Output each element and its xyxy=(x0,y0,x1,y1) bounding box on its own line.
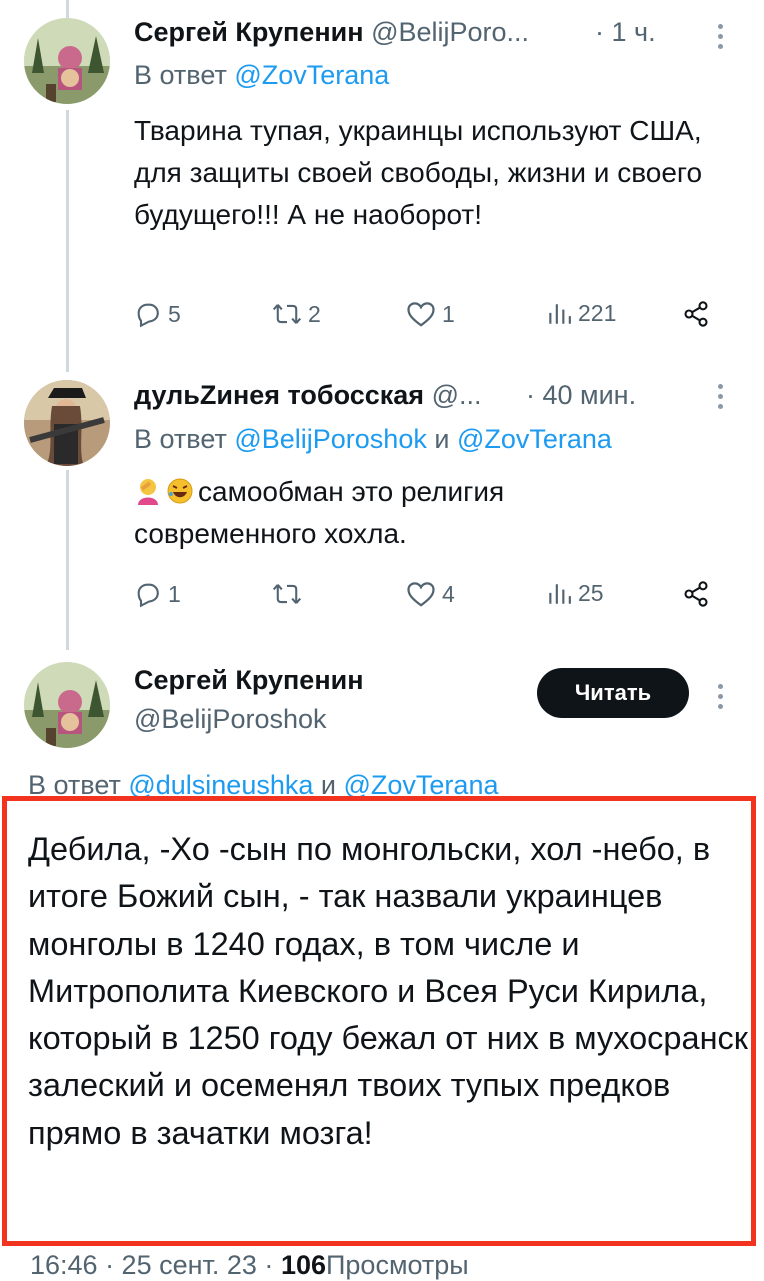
tweet-time[interactable]: · 1 ч. xyxy=(595,17,656,48)
follow-button[interactable]: Читать xyxy=(537,668,689,718)
reply-button[interactable]: 5 xyxy=(134,300,181,328)
author-name[interactable]: дульZинея тобосская @... xyxy=(134,380,481,411)
tweet-text-block: самообман это религия современного хохла… xyxy=(134,471,634,555)
reply-count: 1 xyxy=(168,580,181,607)
thread-line-1 xyxy=(66,110,69,372)
tweet-timestamp[interactable]: 16:46 · 25 сент. 23 · xyxy=(30,1250,273,1280)
like-button[interactable]: 1 xyxy=(406,300,455,328)
tweet-time[interactable]: · 40 мин. xyxy=(526,380,636,411)
heart-icon xyxy=(407,302,435,327)
tweet-footer: 16:46 · 25 сент. 23 · 106Просмотры xyxy=(30,1250,469,1281)
retweet-icon xyxy=(272,584,302,604)
more-options-icon[interactable] xyxy=(718,384,724,414)
reply-icon xyxy=(137,303,159,328)
views-icon xyxy=(549,583,571,604)
share-button[interactable] xyxy=(682,580,710,608)
author-handle[interactable]: @BelijPoroshok xyxy=(134,704,327,735)
reply-and: и xyxy=(434,424,450,454)
woman-facepalming-emoji xyxy=(138,479,158,505)
like-count: 4 xyxy=(442,580,455,607)
tweet-actions: 5 2 1 221 xyxy=(134,300,724,330)
retweet-button[interactable]: 2 xyxy=(272,300,321,328)
avatar[interactable] xyxy=(24,18,110,104)
author-name[interactable]: Сергей Крупенин @BelijPoro... xyxy=(134,17,529,48)
thread-line-top xyxy=(66,0,69,20)
share-button[interactable] xyxy=(682,300,710,328)
author-handle: @... xyxy=(431,380,482,410)
thread-line-2 xyxy=(66,470,69,650)
views-button[interactable]: 221 xyxy=(546,300,616,327)
rolling-laughing-emoji xyxy=(167,478,193,504)
reply-mention-link[interactable]: @ZovTerana xyxy=(234,60,389,90)
avatar[interactable] xyxy=(24,380,110,466)
reply-context: В ответ @BelijPoroshok и @ZovTerana xyxy=(134,424,612,455)
retweet-count: 2 xyxy=(308,300,321,327)
reply-mention-link[interactable]: @BelijPoroshok xyxy=(234,424,427,454)
reply-context: В ответ @ZovTerana xyxy=(134,60,389,91)
avatar[interactable] xyxy=(24,662,110,748)
reply-prefix: В ответ xyxy=(134,424,227,454)
retweet-icon xyxy=(272,304,302,324)
views-count: 106 xyxy=(280,1250,326,1280)
share-icon xyxy=(684,301,708,327)
reply-prefix: В ответ xyxy=(134,60,227,90)
author-display-name[interactable]: Сергей Крупенин xyxy=(134,665,364,696)
more-options-icon[interactable] xyxy=(718,684,724,714)
views-count: 221 xyxy=(578,300,617,326)
reply-mention-link-2[interactable]: @ZovTerana xyxy=(457,424,612,454)
reply-button[interactable]: 1 xyxy=(134,580,181,608)
author-display-name: Сергей Крупенин xyxy=(134,17,364,47)
retweet-button[interactable] xyxy=(272,580,308,608)
tweet-actions: 1 4 25 xyxy=(134,580,724,610)
tweet-text: Дебила, -Хо -сын по монгольски, хол -неб… xyxy=(28,831,748,1151)
tweet-text: Тварина тупая, украинцы используют США, … xyxy=(134,115,703,230)
views-label: Просмотры xyxy=(326,1250,469,1280)
share-icon xyxy=(684,581,708,607)
views-button[interactable]: 25 xyxy=(546,580,604,607)
like-button[interactable]: 4 xyxy=(406,580,455,608)
views-icon xyxy=(549,303,571,324)
more-options-icon[interactable] xyxy=(718,24,724,54)
heart-icon xyxy=(407,582,435,607)
reply-count: 5 xyxy=(168,300,181,327)
views-count: 25 xyxy=(578,580,604,606)
like-count: 1 xyxy=(442,300,455,327)
author-handle: @BelijPoro... xyxy=(371,17,530,47)
author-display-name: дульZинея тобосская xyxy=(134,380,425,410)
reply-icon xyxy=(137,583,159,608)
